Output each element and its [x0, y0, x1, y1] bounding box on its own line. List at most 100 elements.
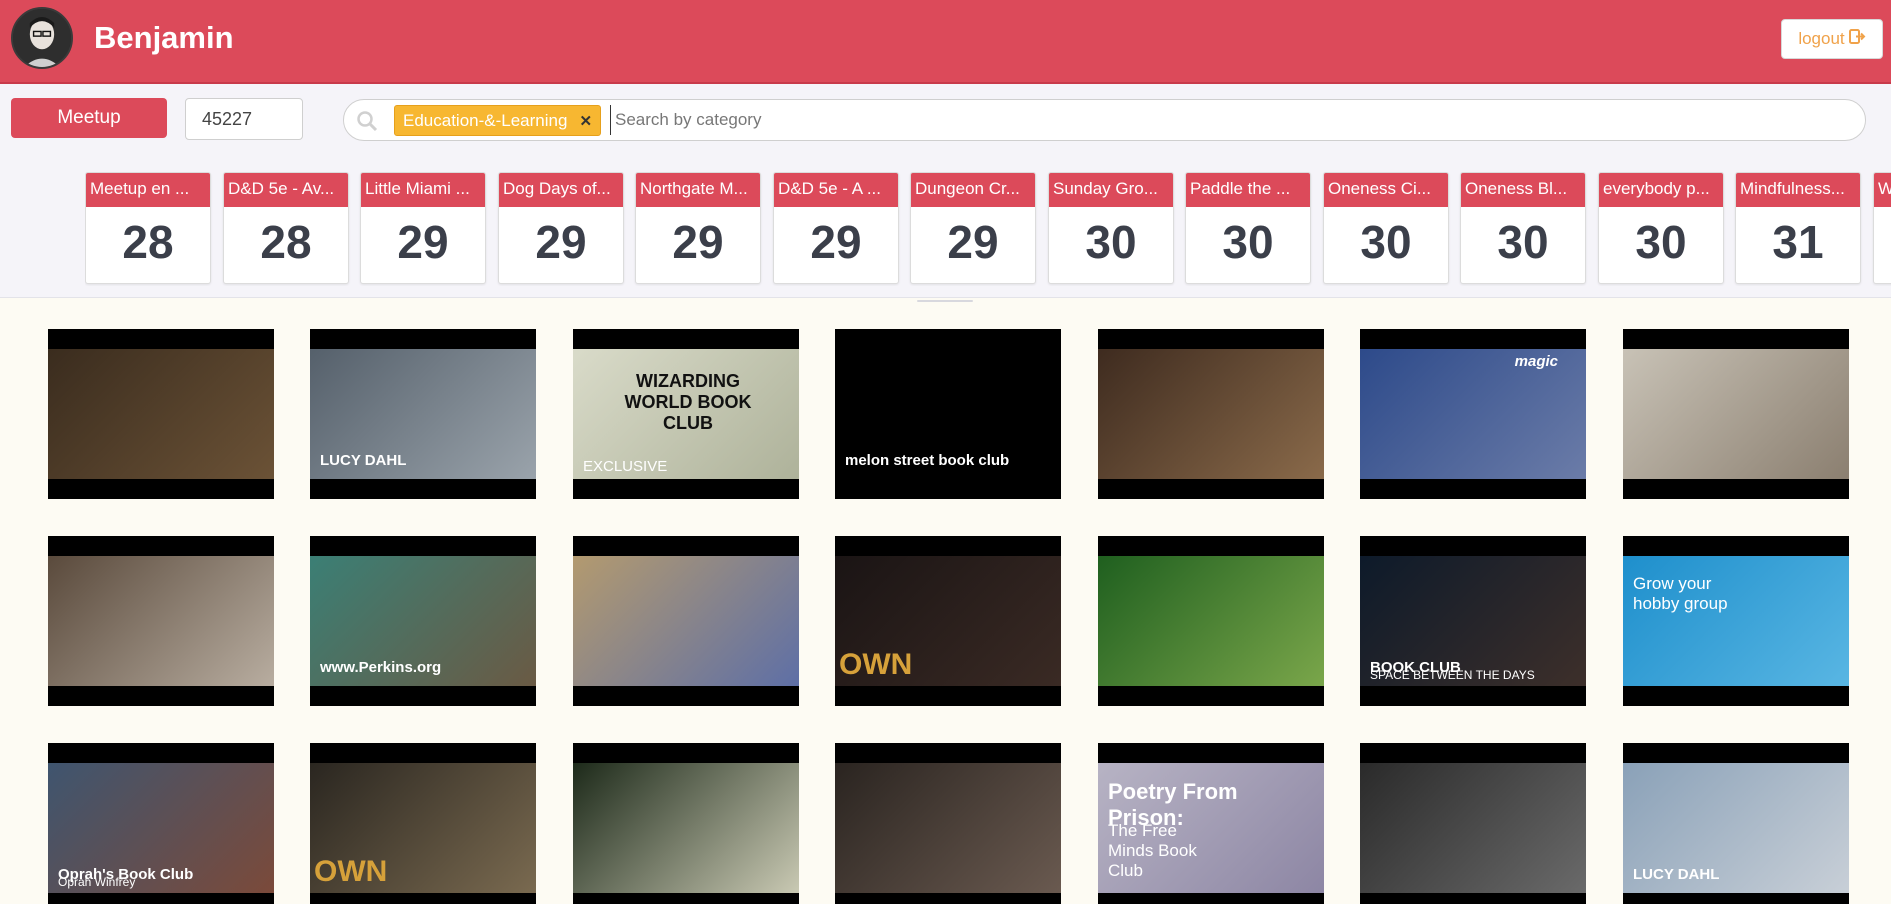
event-card[interactable]: Northgate M... 29	[635, 172, 761, 284]
events-strip[interactable]: Meetup en ... 28 D&D 5e - Av... 28 Little Mi…	[85, 172, 1891, 286]
event-card[interactable]: W	[1873, 172, 1891, 284]
event-card[interactable]: Meetup en ... 28	[85, 172, 211, 284]
event-card[interactable]: Paddle the ... 30	[1185, 172, 1311, 284]
event-card[interactable]: D&D 5e - A ... 29	[773, 172, 899, 284]
video-caption: WIZARDING WORLD BOOK CLUB	[624, 371, 752, 433]
remove-tag-icon[interactable]: ✕	[579, 112, 592, 130]
video-caption: Grow your hobby group	[1633, 574, 1728, 613]
video-thumbnail[interactable]	[573, 743, 799, 904]
event-title: Northgate M...	[636, 173, 760, 207]
event-title: W	[1874, 173, 1891, 207]
video-caption: LUCY DAHL	[320, 452, 407, 469]
video-caption: magic	[1514, 353, 1558, 370]
event-title: Oneness Bl...	[1461, 173, 1585, 207]
event-card[interactable]: D&D 5e - Av... 28	[223, 172, 349, 284]
category-tag: Education-&-Learning ✕	[394, 105, 602, 136]
event-day: 28	[260, 216, 312, 268]
event-title: Meetup en ...	[86, 173, 210, 207]
video-thumbnail[interactable]: melon street book club	[835, 329, 1061, 499]
video-thumbnail[interactable]: Oprah's Book Club Oprah Winfrey	[48, 743, 274, 904]
event-day: 29	[397, 216, 449, 268]
events-scroll-handle[interactable]	[917, 300, 973, 302]
event-title: Little Miami ...	[361, 173, 485, 207]
video-thumbnail[interactable]	[48, 329, 274, 499]
video-thumbnail[interactable]	[48, 536, 274, 706]
event-day: 30	[1222, 216, 1274, 268]
event-day: 29	[672, 216, 724, 268]
username: Benjamin	[94, 20, 234, 55]
video-thumbnail[interactable]: LUCY DAHL	[1623, 743, 1849, 904]
video-thumbnail[interactable]	[1623, 329, 1849, 499]
event-day: 30	[1085, 216, 1137, 268]
event-title: D&D 5e - A ...	[774, 173, 898, 207]
video-thumbnail[interactable]	[1360, 743, 1586, 904]
zip-code-input[interactable]	[185, 98, 303, 140]
event-day: 30	[1497, 216, 1549, 268]
video-thumbnail[interactable]: OWN	[310, 743, 536, 904]
event-card[interactable]: Sunday Gro... 30	[1048, 172, 1174, 284]
logout-label: logout	[1798, 29, 1845, 48]
avatar[interactable]	[11, 7, 73, 69]
video-frame	[835, 763, 1061, 893]
event-title: Dog Days of...	[499, 173, 623, 207]
event-day: 30	[1635, 216, 1687, 268]
search-icon	[356, 110, 378, 132]
category-tag-label: Education-&-Learning	[403, 110, 568, 130]
event-card[interactable]: Dungeon Cr... 29	[910, 172, 1036, 284]
video-frame	[573, 556, 799, 686]
video-thumbnail[interactable]: Poetry From Prison: The Free Minds Book C…	[1098, 743, 1324, 904]
event-title: Oneness Ci...	[1324, 173, 1448, 207]
event-title: Dungeon Cr...	[911, 173, 1035, 207]
video-subcaption: Oprah Winfrey	[58, 875, 136, 889]
event-day: 29	[947, 216, 999, 268]
video-thumbnail[interactable]: WIZARDING WORLD BOOK CLUB EXCLUSIVE	[573, 329, 799, 499]
event-day: 29	[535, 216, 587, 268]
video-frame	[573, 763, 799, 893]
video-caption: LUCY DAHL	[1633, 866, 1720, 883]
video-caption: OWN	[314, 855, 388, 888]
app-header: Benjamin logout	[0, 0, 1891, 84]
video-thumbnail[interactable]	[835, 743, 1061, 904]
video-thumbnail[interactable]	[1098, 536, 1324, 706]
video-thumbnail[interactable]: Grow your hobby group	[1623, 536, 1849, 706]
video-thumbnail[interactable]	[573, 536, 799, 706]
event-day: 30	[1360, 216, 1412, 268]
video-subcaption: SPACE BETWEEN THE DAYS	[1370, 668, 1535, 682]
meetup-button[interactable]: Meetup	[11, 98, 167, 138]
video-thumbnail[interactable]: LUCY DAHL	[310, 329, 536, 499]
event-title: Sunday Gro...	[1049, 173, 1173, 207]
event-day: 29	[810, 216, 862, 268]
event-title: Mindfulness...	[1736, 173, 1860, 207]
event-card[interactable]: Oneness Ci... 30	[1323, 172, 1449, 284]
video-thumbnail[interactable]: www.Perkins.org	[310, 536, 536, 706]
category-search-input[interactable]	[610, 105, 1810, 135]
video-frame	[48, 556, 274, 686]
event-card[interactable]: Little Miami ... 29	[360, 172, 486, 284]
video-frame	[48, 349, 274, 479]
video-thumbnail[interactable]	[1098, 329, 1324, 499]
event-card[interactable]: everybody p... 30	[1598, 172, 1724, 284]
event-title: Paddle the ...	[1186, 173, 1310, 207]
event-title: everybody p...	[1599, 173, 1723, 207]
video-thumbnail[interactable]: magic	[1360, 329, 1586, 499]
event-card[interactable]: Mindfulness... 31	[1735, 172, 1861, 284]
video-thumbnail[interactable]: OWN	[835, 536, 1061, 706]
video-subcaption: The Free Minds Book Club	[1108, 821, 1197, 880]
category-search-box[interactable]: Education-&-Learning ✕	[343, 99, 1866, 141]
video-frame	[1098, 349, 1324, 479]
video-frame	[1098, 556, 1324, 686]
video-caption: melon street book club	[845, 452, 1010, 469]
video-frame	[1623, 349, 1849, 479]
event-day: 31	[1772, 216, 1824, 268]
event-day: 28	[122, 216, 174, 268]
video-frame	[1360, 763, 1586, 893]
logout-button[interactable]: logout	[1781, 19, 1883, 59]
event-card[interactable]: Dog Days of... 29	[498, 172, 624, 284]
video-caption: www.Perkins.org	[320, 659, 442, 676]
video-caption: OWN	[839, 648, 913, 681]
avatar-image	[13, 9, 71, 67]
event-card[interactable]: Oneness Bl... 30	[1460, 172, 1586, 284]
toolbar: Meetup Education-&-Learning ✕ Meetup en …	[0, 84, 1891, 302]
video-thumbnail[interactable]: BOOK CLUB SPACE BETWEEN THE DAYS	[1360, 536, 1586, 706]
video-subcaption: EXCLUSIVE	[583, 458, 668, 475]
